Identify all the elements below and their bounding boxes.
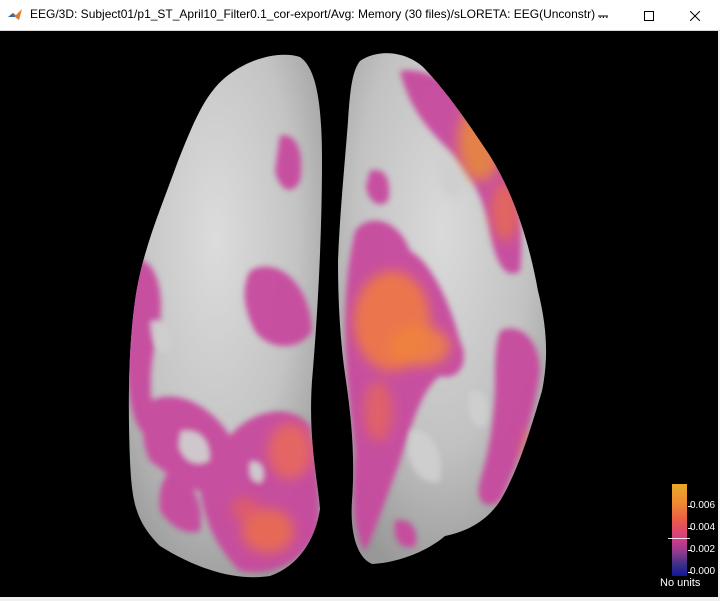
title-bar[interactable]: EEG/3D: Subject01/p1_ST_April10_Filter0.… [0, 0, 720, 31]
window-title: EEG/3D: Subject01/p1_ST_April10_Filter0.… [30, 7, 609, 21]
matlab-icon [8, 9, 22, 20]
colorbar-units: No units [660, 577, 701, 589]
colorbar-tick-label: 0.004 [690, 522, 716, 533]
colorbar-tick-label: 0.000 [690, 566, 716, 577]
minimize-button[interactable] [580, 0, 626, 31]
maximize-icon [644, 10, 654, 21]
close-icon [690, 10, 700, 21]
window-border [0, 597, 720, 601]
colorbar-threshold-marker [668, 538, 690, 539]
colorbar-tick-label: 0.002 [690, 544, 716, 555]
minimize-icon [598, 15, 608, 16]
figure-window: EEG/3D: Subject01/p1_ST_April10_Filter0.… [0, 0, 720, 601]
colorbar-tick-label: 0.006 [690, 500, 716, 511]
maximize-button[interactable] [626, 0, 672, 31]
close-button[interactable] [672, 0, 718, 31]
brain-surface[interactable] [0, 31, 718, 597]
colorbar[interactable] [672, 484, 687, 576]
3d-viewport[interactable]: 0.006 0.004 0.002 0.000 No units [0, 31, 718, 597]
